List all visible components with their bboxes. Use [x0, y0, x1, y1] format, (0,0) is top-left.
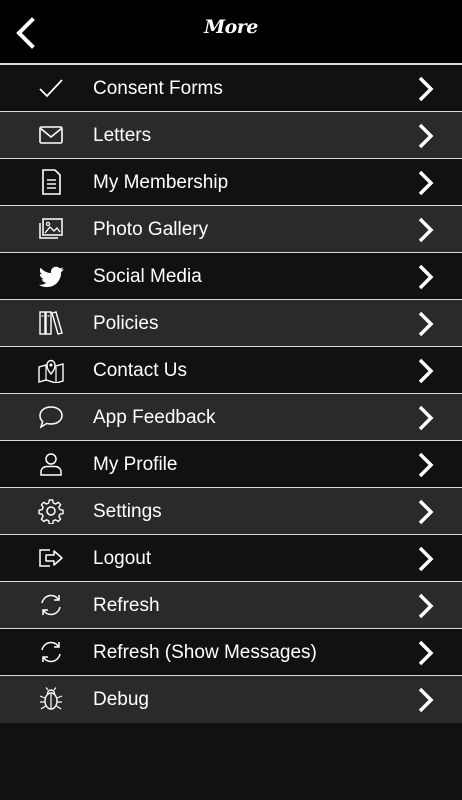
top-bar: More — [0, 0, 462, 65]
document-icon — [36, 169, 66, 195]
envelope-icon — [36, 122, 66, 148]
more-menu-list: Consent Forms Letters My Membership Phot… — [0, 65, 462, 723]
chevron-right-icon — [418, 593, 434, 619]
menu-item-label: Social Media — [93, 266, 202, 287]
person-icon — [36, 451, 66, 477]
menu-item-label: My Membership — [93, 172, 229, 193]
menu-item-letters[interactable]: Letters — [0, 112, 462, 159]
menu-item-label: Refresh (Show Messages) — [93, 642, 317, 663]
menu-item-label: Policies — [93, 313, 159, 334]
menu-item-policies[interactable]: Policies — [0, 300, 462, 347]
menu-item-my-membership[interactable]: My Membership — [0, 159, 462, 206]
chevron-right-icon — [418, 546, 434, 572]
menu-item-refresh[interactable]: Refresh — [0, 582, 462, 629]
twitter-bird-icon — [36, 263, 66, 289]
map-pin-icon — [36, 357, 66, 383]
menu-item-label: Letters — [93, 125, 152, 146]
speech-bubble-icon — [36, 404, 66, 430]
menu-item-debug[interactable]: Debug — [0, 676, 462, 723]
gear-icon — [36, 498, 66, 524]
logout-icon — [36, 545, 66, 571]
menu-item-my-profile[interactable]: My Profile — [0, 441, 462, 488]
chevron-right-icon — [418, 170, 434, 196]
menu-item-consent-forms[interactable]: Consent Forms — [0, 65, 462, 112]
chevron-right-icon — [418, 358, 434, 384]
bug-icon — [36, 686, 66, 712]
menu-item-social-media[interactable]: Social Media — [0, 253, 462, 300]
menu-item-label: My Profile — [93, 454, 178, 475]
photo-gallery-icon — [36, 216, 66, 242]
menu-item-label: Consent Forms — [93, 78, 223, 99]
menu-item-photo-gallery[interactable]: Photo Gallery — [0, 206, 462, 253]
menu-item-logout[interactable]: Logout — [0, 535, 462, 582]
menu-item-label: Photo Gallery — [93, 219, 209, 240]
checkmark-icon — [36, 75, 66, 101]
chevron-right-icon — [418, 405, 434, 431]
refresh-icon — [36, 592, 66, 618]
menu-item-label: Debug — [93, 689, 149, 710]
menu-item-label: Contact Us — [93, 360, 187, 381]
chevron-right-icon — [418, 640, 434, 666]
chevron-right-icon — [418, 264, 434, 290]
chevron-right-icon — [418, 76, 434, 102]
menu-item-label: Settings — [93, 501, 162, 522]
page-title: More — [204, 16, 258, 38]
menu-item-label: Refresh — [93, 595, 160, 616]
chevron-right-icon — [418, 452, 434, 478]
chevron-right-icon — [418, 687, 434, 713]
chevron-right-icon — [418, 499, 434, 525]
chevron-right-icon — [418, 311, 434, 337]
menu-item-label: App Feedback — [93, 407, 216, 428]
chevron-right-icon — [418, 217, 434, 243]
menu-item-contact-us[interactable]: Contact Us — [0, 347, 462, 394]
menu-item-app-feedback[interactable]: App Feedback — [0, 394, 462, 441]
menu-item-label: Logout — [93, 548, 152, 569]
books-icon — [36, 310, 66, 336]
menu-item-refresh-show-messages[interactable]: Refresh (Show Messages) — [0, 629, 462, 676]
menu-item-settings[interactable]: Settings — [0, 488, 462, 535]
refresh-icon — [36, 639, 66, 665]
chevron-right-icon — [418, 123, 434, 149]
